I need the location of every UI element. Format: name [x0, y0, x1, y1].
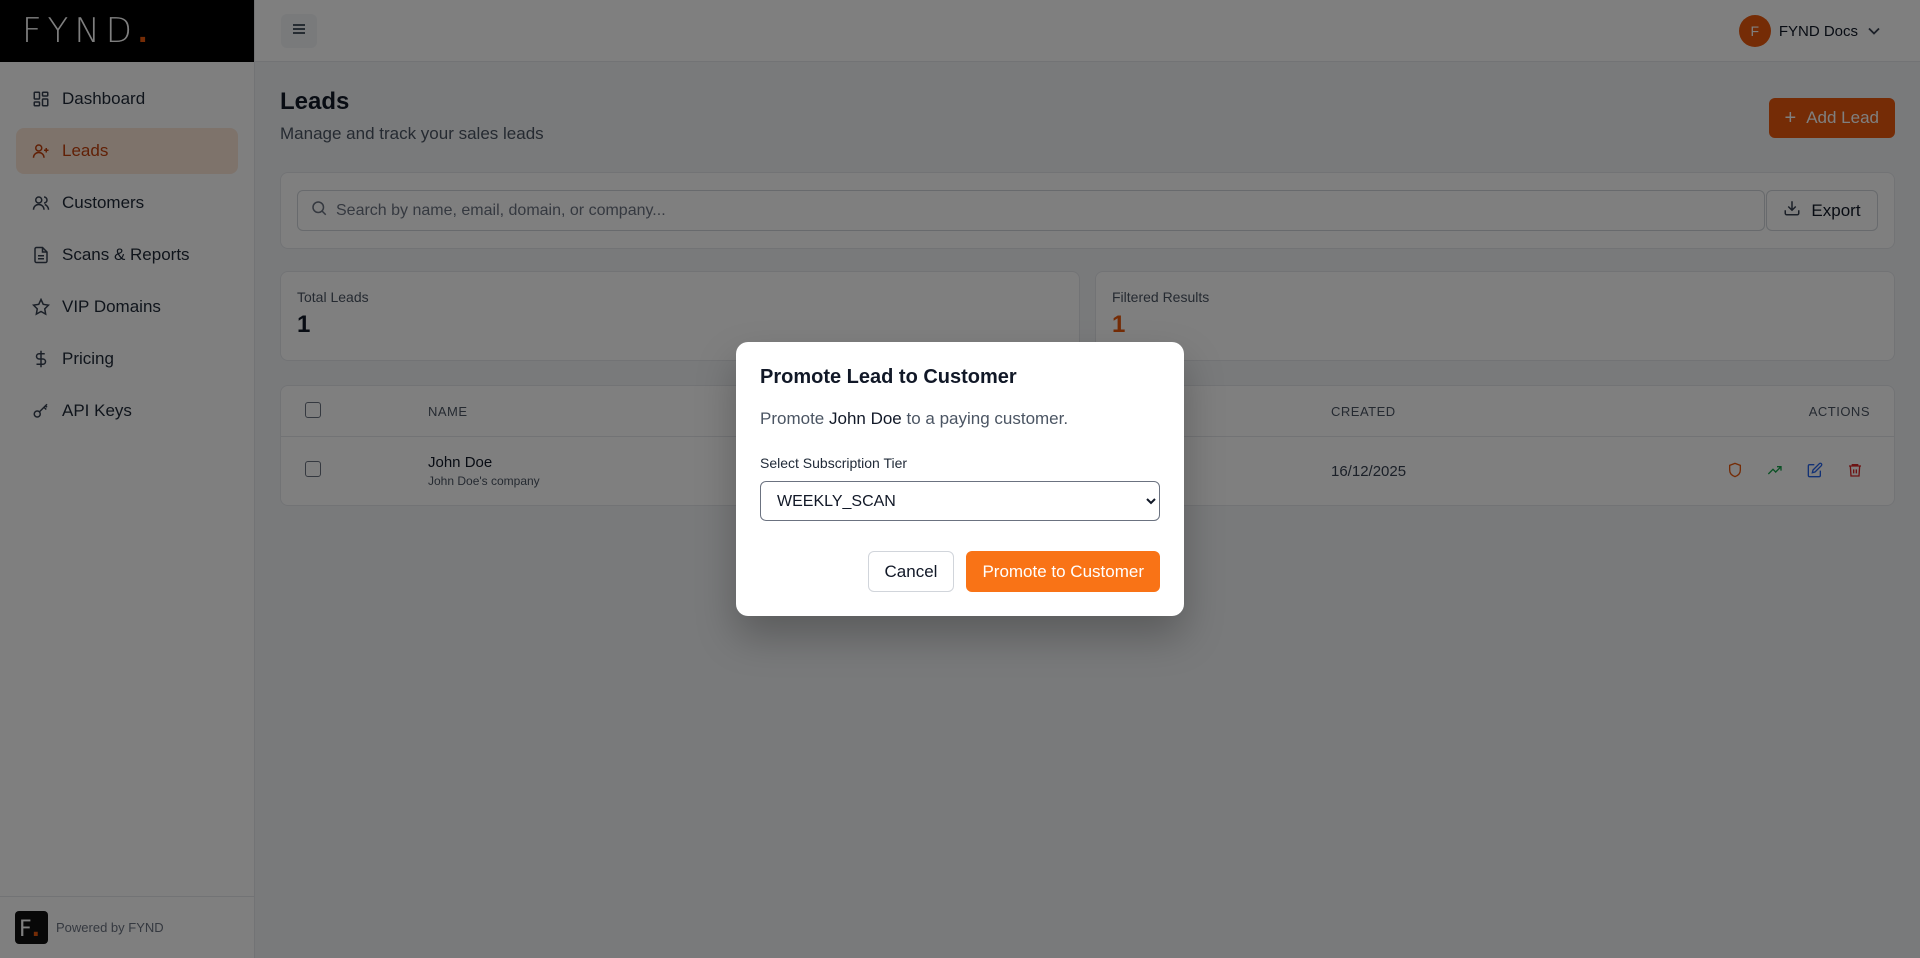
lead-name-highlight: John Doe: [828, 409, 902, 428]
subscription-tier-label: Select Subscription Tier: [760, 455, 908, 471]
cancel-button[interactable]: Cancel: [867, 551, 955, 592]
dialog-title: Promote Lead to Customer: [760, 366, 1017, 388]
promote-lead-dialog: Promote Lead to Customer Promote John Do…: [736, 342, 1184, 616]
promote-to-customer-button[interactable]: Promote to Customer: [966, 551, 1160, 592]
dialog-description: Promote John Doe to a paying customer.: [760, 409, 1069, 428]
dialog-actions: Cancel Promote to Customer: [867, 551, 1160, 592]
subscription-tier-select[interactable]: WEEKLY_SCAN: [760, 481, 1160, 521]
